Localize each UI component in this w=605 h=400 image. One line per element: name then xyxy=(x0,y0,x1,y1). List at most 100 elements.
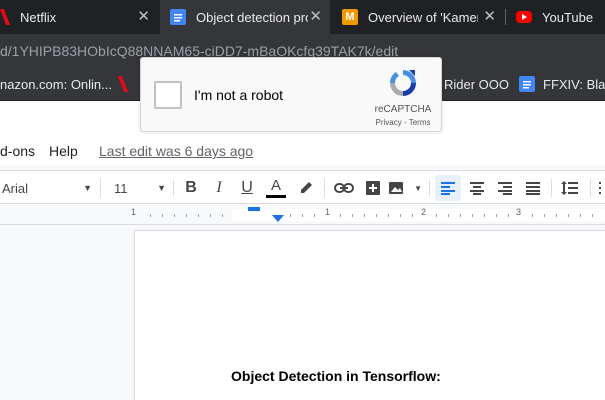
last-edit-link[interactable]: Last edit was 6 days ago xyxy=(99,143,253,159)
ruler-tick xyxy=(460,214,461,217)
tab-label: Netflix xyxy=(20,9,57,25)
font-select[interactable]: Arial ▼ xyxy=(0,175,92,201)
first-line-indent-marker[interactable] xyxy=(248,207,260,211)
menu-help[interactable]: Help xyxy=(49,143,78,159)
ruler-tick xyxy=(302,214,303,217)
ruler-tick xyxy=(174,214,175,217)
netflix-bookmark-icon[interactable] xyxy=(118,67,128,101)
toolbar-divider xyxy=(173,179,174,197)
ruler-tick xyxy=(314,214,315,217)
align-right-icon[interactable] xyxy=(492,175,518,201)
ruler-tick xyxy=(484,214,485,217)
font-name: Arial xyxy=(2,180,29,196)
ruler-tick xyxy=(150,214,151,217)
ruler-tick xyxy=(592,214,593,217)
ruler-tick xyxy=(210,214,211,217)
ruler: 1 1 2 3 xyxy=(0,205,605,225)
tab-label: YouTube xyxy=(542,9,594,25)
ruler-tick xyxy=(472,214,473,217)
insert-comment-icon[interactable] xyxy=(361,175,385,201)
ruler-number: 2 xyxy=(421,207,427,217)
menu-addons[interactable]: d-ons xyxy=(0,143,35,159)
ruler-tick xyxy=(290,214,291,217)
ruler-tick xyxy=(496,214,497,217)
tab-youtube[interactable]: YouTube xyxy=(506,0,605,34)
tab-netflix[interactable]: Netflix ✕ xyxy=(0,0,158,34)
ruler-number: 1 xyxy=(325,207,331,217)
recaptcha-checkbox[interactable] xyxy=(154,81,182,109)
ruler-tick xyxy=(556,214,557,217)
m-logo-icon: M xyxy=(342,9,358,25)
netflix-icon xyxy=(0,9,10,25)
justify-icon[interactable] xyxy=(520,175,546,201)
bookmark-label: Rider OOO xyxy=(444,76,510,92)
highlight-pen-icon[interactable] xyxy=(294,175,318,201)
document-canvas: Object Detection in Tensorflow: xyxy=(0,226,605,400)
caret-down-icon: ▼ xyxy=(83,183,92,193)
toolbar-divider xyxy=(590,179,591,197)
bold-label: B xyxy=(185,179,197,196)
recaptcha-privacy-terms[interactable]: Privacy - Terms xyxy=(369,118,437,127)
ruler-tick xyxy=(364,214,365,217)
close-icon[interactable]: ✕ xyxy=(483,9,496,25)
text-color-label: A xyxy=(270,177,281,194)
youtube-icon xyxy=(516,11,532,23)
ruler-tick xyxy=(162,214,163,217)
underline-button[interactable]: U xyxy=(235,175,259,201)
tab-object-detection[interactable]: Object detection pro ✕ xyxy=(160,0,330,34)
caret-down-icon: ▼ xyxy=(157,183,166,193)
ruler-tick xyxy=(186,214,187,217)
recaptcha-label: I'm not a robot xyxy=(194,87,284,103)
toolbar-divider xyxy=(324,179,325,197)
left-indent-marker[interactable] xyxy=(272,215,284,222)
checklist-icon[interactable] xyxy=(597,175,605,201)
recaptcha-brand: reCAPTCHA xyxy=(374,104,432,115)
font-size-value: 11 xyxy=(114,180,128,196)
ruler-tick xyxy=(376,214,377,217)
caret-down-icon: ▼ xyxy=(414,183,422,193)
tab-overview-kamen[interactable]: M Overview of 'Kamen ✕ xyxy=(332,0,504,34)
text-color-swatch xyxy=(266,195,286,198)
ruler-tick xyxy=(508,214,509,217)
close-icon[interactable]: ✕ xyxy=(309,9,322,25)
ruler-tick xyxy=(448,214,449,217)
formatting-toolbar: Arial ▼ 11 ▼ B I U A ▼ xyxy=(0,170,605,204)
ruler-tick xyxy=(340,214,341,217)
bookmark-ffxiv[interactable]: FFXIV: Black xyxy=(519,67,605,101)
ruler-tick xyxy=(222,214,223,217)
close-icon[interactable]: ✕ xyxy=(137,9,150,25)
italic-button[interactable]: I xyxy=(207,175,231,201)
ruler-content-area xyxy=(232,209,605,221)
ruler-tick xyxy=(388,214,389,217)
ruler-tick xyxy=(532,214,533,217)
ruler-tick xyxy=(412,214,413,217)
line-spacing-icon[interactable] xyxy=(557,175,583,201)
toolbar-divider xyxy=(100,179,101,197)
ruler-tick xyxy=(352,214,353,217)
bookmark-amazon[interactable]: nazon.com: Onlin... xyxy=(0,67,112,101)
align-left-icon[interactable] xyxy=(435,175,461,201)
toolbar-divider xyxy=(429,179,430,197)
link-icon[interactable] xyxy=(331,175,357,201)
bookmark-label: nazon.com: Onlin... xyxy=(0,76,112,92)
ruler-tick xyxy=(568,214,569,217)
recaptcha-logo-icon xyxy=(387,67,419,99)
tab-label: Object detection pro xyxy=(196,9,308,25)
align-center-icon[interactable] xyxy=(464,175,490,201)
tab-label: Overview of 'Kamen xyxy=(368,9,478,25)
underline-label: U xyxy=(241,179,253,196)
toolbar-divider xyxy=(551,179,552,197)
ruler-number: 3 xyxy=(516,207,522,217)
ruler-number: 1 xyxy=(131,207,137,217)
document-heading[interactable]: Object Detection in Tensorflow: xyxy=(231,368,441,384)
ruler-tick xyxy=(198,214,199,217)
bold-button[interactable]: B xyxy=(179,175,203,201)
document-page[interactable]: Object Detection in Tensorflow: xyxy=(135,231,605,400)
italic-label: I xyxy=(216,179,222,196)
bookmark-rider[interactable]: Rider OOO xyxy=(444,67,509,101)
ruler-tick xyxy=(436,214,437,217)
ruler-tick xyxy=(580,214,581,217)
insert-image-icon[interactable]: ▼ xyxy=(388,175,422,201)
font-size-select[interactable]: 11 ▼ xyxy=(110,175,166,201)
text-color-button[interactable]: A xyxy=(263,175,289,201)
